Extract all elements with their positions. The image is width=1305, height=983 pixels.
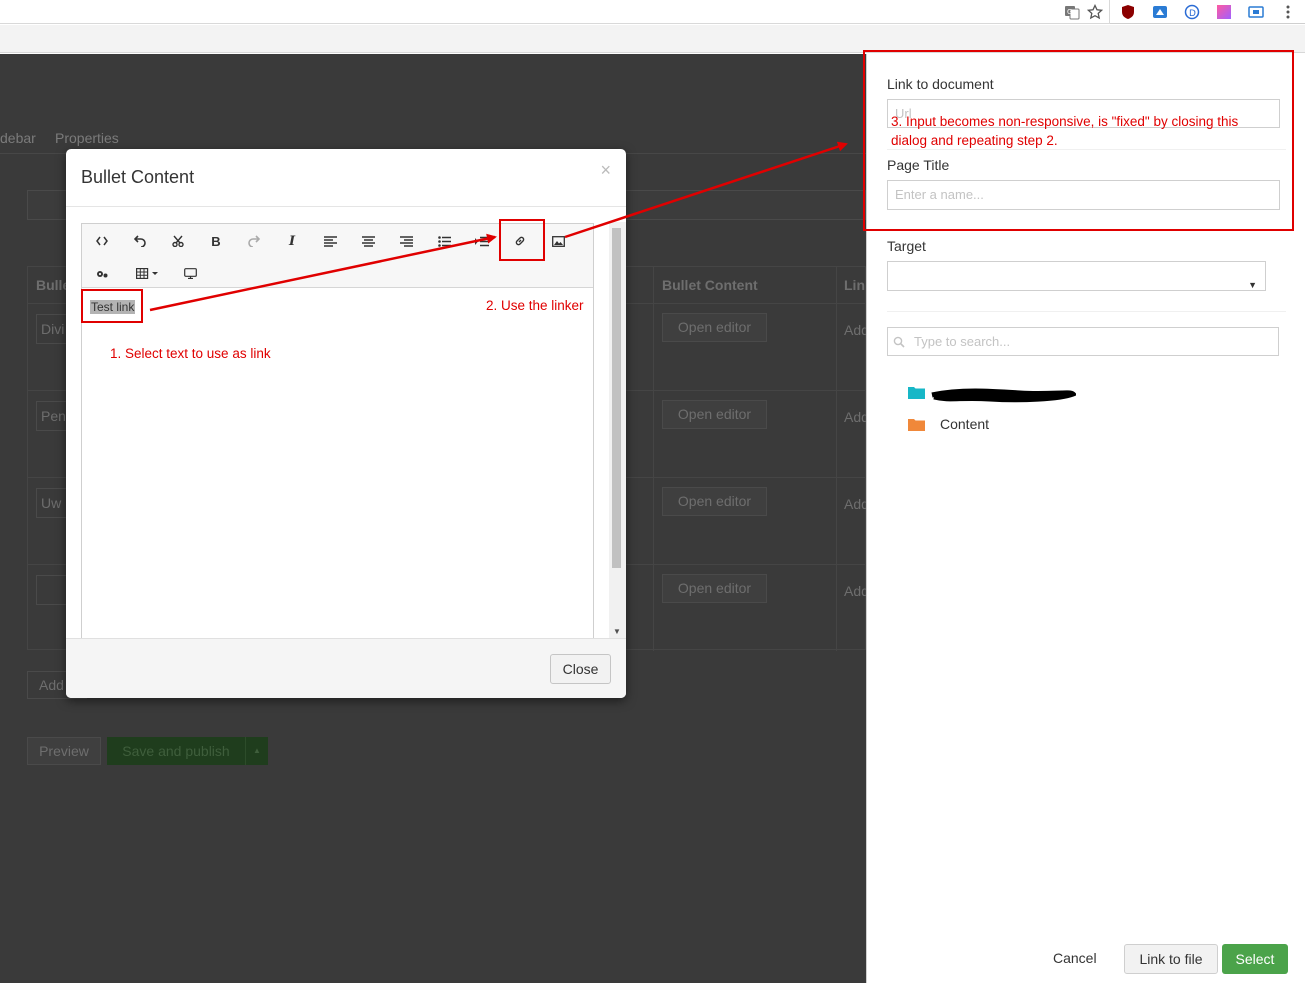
target-select[interactable]: ▼ xyxy=(887,261,1266,291)
page-title-input[interactable]: Enter a name... xyxy=(887,180,1280,210)
extension-blue-icon[interactable] xyxy=(1151,3,1169,21)
select-button[interactable]: Select xyxy=(1222,944,1288,974)
scrollbar-thumb[interactable] xyxy=(612,228,621,568)
svg-text:G: G xyxy=(1067,8,1072,16)
bookmarks-bar xyxy=(0,25,1305,53)
extension-window-icon[interactable] xyxy=(1247,3,1265,21)
align-right-icon[interactable] xyxy=(389,227,423,255)
panel-divider xyxy=(887,149,1286,150)
browser-toolbar: G D xyxy=(0,0,1305,24)
tab-sidebar[interactable]: debar xyxy=(0,130,36,146)
bullet-list-icon[interactable] xyxy=(427,227,461,255)
column-header-content: Bullet Content xyxy=(662,277,758,293)
bold-icon[interactable]: B xyxy=(199,227,233,255)
target-label: Target xyxy=(887,238,926,254)
cancel-button[interactable]: Cancel xyxy=(1053,950,1097,966)
close-button[interactable]: Close xyxy=(550,654,611,684)
extension-gradient-icon[interactable] xyxy=(1215,3,1233,21)
image-icon[interactable] xyxy=(541,227,575,255)
redacted-scribble xyxy=(931,388,1076,403)
dialog-scrollbar[interactable]: ▼ xyxy=(609,222,626,638)
open-editor-button[interactable]: Open editor xyxy=(662,574,767,603)
table-icon[interactable] xyxy=(123,259,171,287)
save-publish-button[interactable]: Save and publish xyxy=(107,737,245,765)
panel-divider xyxy=(887,229,1286,230)
translate-icon[interactable]: G xyxy=(1063,3,1081,21)
rich-text-editor: B I Test link xyxy=(81,223,594,638)
editor-content-area[interactable]: Test link xyxy=(82,289,593,639)
scroll-down-icon[interactable]: ▼ xyxy=(613,627,621,636)
chevron-down-icon: ▼ xyxy=(1248,280,1257,290)
link-picker-panel: Link to document Url Page Title Enter a … xyxy=(866,54,1305,983)
page-title-label: Page Title xyxy=(887,157,950,173)
redo-icon[interactable] xyxy=(237,227,271,255)
align-center-icon[interactable] xyxy=(351,227,385,255)
dialog-body: B I Test link xyxy=(66,208,626,638)
address-bar[interactable] xyxy=(0,0,1110,24)
open-editor-button[interactable]: Open editor xyxy=(662,313,767,342)
source-code-icon[interactable] xyxy=(85,227,119,255)
url-input[interactable]: Url xyxy=(887,99,1280,128)
tree-item-content[interactable]: Content xyxy=(940,416,989,432)
macro-icon[interactable] xyxy=(85,259,119,287)
link-icon[interactable] xyxy=(503,227,537,255)
bullet-content-dialog: Bullet Content × B I Test link ▼ Close xyxy=(66,149,626,698)
search-input[interactable]: Type to search... xyxy=(887,327,1279,356)
editor-toolbar: B I xyxy=(82,224,593,288)
folder-icon xyxy=(908,419,925,431)
panel-divider xyxy=(887,311,1286,312)
numbered-list-icon[interactable] xyxy=(465,227,499,255)
search-icon xyxy=(893,336,905,348)
link-to-document-label: Link to document xyxy=(887,76,994,92)
selected-text[interactable]: Test link xyxy=(90,300,136,314)
add-link-button[interactable]: Add xyxy=(844,322,866,338)
ublock-icon[interactable] xyxy=(1119,3,1137,21)
column-header-link: Lin xyxy=(844,277,865,293)
embed-icon[interactable] xyxy=(173,259,207,287)
open-editor-button[interactable]: Open editor xyxy=(662,400,767,429)
dialog-header: Bullet Content × xyxy=(66,149,626,207)
extension-d-icon[interactable]: D xyxy=(1183,3,1201,21)
add-link-button[interactable]: Add xyxy=(844,496,866,512)
open-editor-button[interactable]: Open editor xyxy=(662,487,767,516)
tab-properties[interactable]: Properties xyxy=(55,130,119,146)
folder-icon xyxy=(908,387,925,399)
add-link-button[interactable]: Add xyxy=(844,409,866,425)
search-placeholder: Type to search... xyxy=(914,334,1011,349)
italic-icon[interactable]: I xyxy=(275,227,309,255)
add-link-button[interactable]: Add xyxy=(844,583,866,599)
dialog-footer: Close xyxy=(66,638,626,698)
cut-icon[interactable] xyxy=(161,227,195,255)
undo-icon[interactable] xyxy=(123,227,157,255)
align-left-icon[interactable] xyxy=(313,227,347,255)
dialog-title: Bullet Content xyxy=(81,167,195,187)
close-icon[interactable]: × xyxy=(600,160,611,181)
bookmark-star-icon[interactable] xyxy=(1086,3,1104,21)
browser-menu-icon[interactable] xyxy=(1279,3,1297,21)
save-options-caret-icon[interactable]: ▲ xyxy=(245,737,268,765)
link-to-file-button[interactable]: Link to file xyxy=(1124,944,1218,974)
svg-text:D: D xyxy=(1189,9,1196,19)
preview-button[interactable]: Preview xyxy=(27,737,101,765)
